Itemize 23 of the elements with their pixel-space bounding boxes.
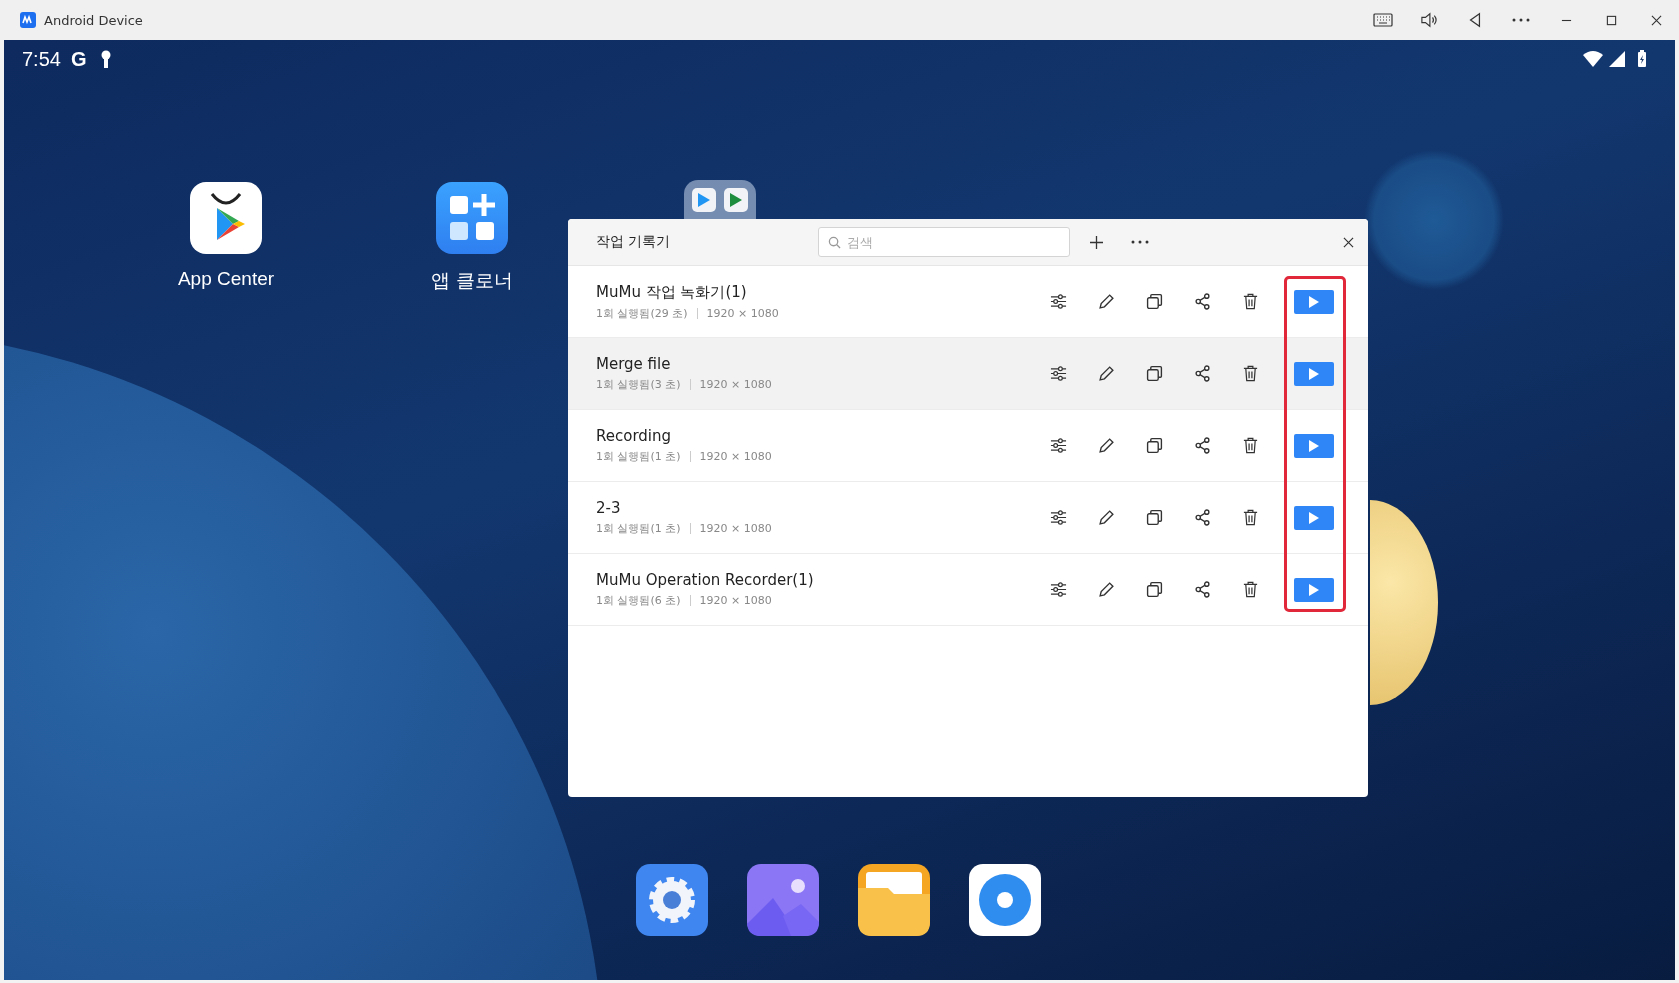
resolution: 1920 × 1080 <box>699 594 772 607</box>
recording-row[interactable]: Merge file 1회 실행됨(3 초) 1920 × 1080 <box>568 338 1368 410</box>
dialog-title: 작업 기록기 <box>596 233 672 251</box>
app-label: App Center <box>177 268 275 290</box>
resolution: 1920 × 1080 <box>699 450 772 463</box>
recording-name: MuMu 작업 녹화기(1) <box>596 282 748 302</box>
app-label: 앱 클로너 <box>431 269 513 293</box>
resolution: 1920 × 1080 <box>706 306 779 320</box>
run-info: 1회 실행됨(1 초) <box>596 449 681 464</box>
resolution: 1920 × 1080 <box>699 522 772 535</box>
resolution: 1920 × 1080 <box>699 378 772 391</box>
account-letter: G <box>70 47 87 71</box>
recording-name: MuMu Operation Recorder(1) <box>596 571 815 589</box>
window-title: Android Device <box>44 12 143 28</box>
run-info: 1회 실행됨(29 초) <box>596 305 688 321</box>
run-info: 1회 실행됨(1 초) <box>596 521 681 536</box>
recording-name: 2-3 <box>596 499 622 517</box>
search-field[interactable]: 검색 <box>818 227 1070 257</box>
run-info: 1회 실행됨(6 초) <box>596 593 681 608</box>
recording-name: Merge file <box>596 355 672 373</box>
recording-name: Recording <box>596 427 673 445</box>
clock-time: 7:54 <box>22 47 61 71</box>
run-info: 1회 실행됨(3 초) <box>596 377 681 392</box>
